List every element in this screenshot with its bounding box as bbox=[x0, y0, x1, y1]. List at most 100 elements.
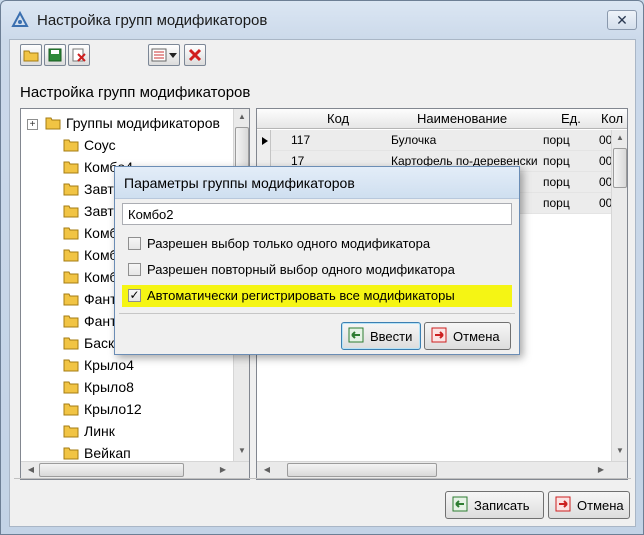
scroll-up-arrow[interactable]: ▲ bbox=[612, 130, 627, 146]
cancel-button[interactable]: Отмена bbox=[548, 491, 630, 519]
main-window: Настройка групп модификаторов ✕ Настройк… bbox=[0, 0, 644, 535]
window-title: Настройка групп модификаторов bbox=[37, 12, 268, 29]
folder-icon bbox=[63, 161, 79, 174]
window-close-button[interactable]: ✕ bbox=[607, 10, 637, 30]
horizontal-scroll-thumb[interactable] bbox=[39, 463, 184, 477]
save-button[interactable]: Записать bbox=[445, 491, 544, 519]
folder-icon bbox=[63, 403, 79, 416]
tree-item-label: Крыло8 bbox=[84, 379, 134, 395]
scroll-left-arrow[interactable]: ◀ bbox=[259, 462, 275, 478]
dialog-title: Параметры группы модификаторов bbox=[124, 175, 355, 191]
folder-icon bbox=[63, 447, 79, 460]
scroll-down-arrow[interactable]: ▼ bbox=[234, 443, 249, 459]
delete-document-icon bbox=[72, 48, 86, 62]
checkbox[interactable] bbox=[128, 237, 141, 250]
list-icon bbox=[151, 48, 167, 62]
scroll-down-arrow[interactable]: ▼ bbox=[612, 443, 627, 459]
delete-record-button[interactable] bbox=[68, 44, 90, 66]
scroll-right-arrow[interactable]: ▶ bbox=[215, 462, 231, 478]
title-bar[interactable]: Настройка групп модификаторов ✕ bbox=[1, 1, 643, 39]
folder-icon bbox=[63, 139, 79, 152]
cell-unit: порц bbox=[543, 196, 570, 210]
folder-icon bbox=[63, 315, 79, 328]
current-row-arrow-icon bbox=[262, 137, 268, 145]
dialog-cancel-button[interactable]: Отмена bbox=[424, 322, 511, 350]
folder-icon bbox=[63, 381, 79, 394]
cell-unit: порц bbox=[543, 133, 570, 147]
table-row[interactable]: 117 Булочка порц 00 bbox=[271, 130, 627, 151]
app-logo-icon bbox=[11, 10, 29, 29]
folder-icon bbox=[63, 337, 79, 350]
group-name-input[interactable] bbox=[122, 203, 512, 225]
column-header-unit[interactable]: Ед. bbox=[561, 111, 581, 126]
tree-item[interactable]: Крыло12 bbox=[63, 401, 142, 423]
folder-icon bbox=[63, 359, 79, 372]
grid-vertical-scrollbar[interactable]: ▲ ▼ bbox=[611, 130, 627, 461]
horizontal-scroll-thumb[interactable] bbox=[287, 463, 437, 477]
scroll-up-arrow[interactable]: ▲ bbox=[234, 109, 249, 125]
dialog-title-bar[interactable]: Параметры группы модификаторов bbox=[115, 167, 519, 199]
red-arrow-icon bbox=[431, 327, 447, 346]
option-label: Разрешен выбор только одного модификатор… bbox=[147, 236, 431, 251]
row-indicator[interactable] bbox=[257, 130, 271, 151]
tree-horizontal-scrollbar[interactable]: ◀ ▶ bbox=[21, 461, 249, 479]
grid-header: Код Наименование Ед. Кол bbox=[257, 109, 627, 129]
dialog-cancel-label: Отмена bbox=[453, 328, 500, 344]
dialog-ok-button[interactable]: Ввести bbox=[341, 322, 421, 350]
save-toolbar-button[interactable] bbox=[44, 44, 66, 66]
option-label: Разрешен повторный выбор одного модифика… bbox=[147, 262, 455, 277]
cell-name: Булочка bbox=[391, 133, 437, 147]
column-header-code[interactable]: Код bbox=[327, 111, 349, 126]
option-label: Автоматически регистрировать все модифик… bbox=[147, 288, 455, 303]
folder-icon bbox=[63, 249, 79, 262]
save-icon bbox=[48, 48, 62, 62]
folder-icon bbox=[45, 117, 61, 130]
tree-item[interactable]: Соус bbox=[63, 137, 116, 159]
red-x-icon bbox=[188, 48, 202, 62]
group-params-dialog: Параметры группы модификаторов Разрешен … bbox=[114, 166, 520, 355]
tree-item[interactable]: Крыло4 bbox=[63, 357, 134, 379]
chevron-down-icon bbox=[169, 53, 177, 58]
dialog-divider bbox=[119, 313, 515, 314]
tree-item-label: Вейкап bbox=[84, 445, 131, 461]
tree-item-label: Соус bbox=[84, 137, 116, 153]
save-button-label: Записать bbox=[474, 497, 530, 513]
scroll-thumb[interactable] bbox=[613, 148, 627, 188]
green-arrow-icon bbox=[348, 327, 364, 346]
grid-horizontal-scrollbar[interactable]: ◀ ▶ bbox=[257, 461, 627, 479]
cell-code: 117 bbox=[291, 133, 311, 147]
scroll-left-arrow[interactable]: ◀ bbox=[23, 462, 39, 478]
checkbox[interactable] bbox=[128, 263, 141, 276]
tree-item[interactable]: Крыло8 bbox=[63, 379, 134, 401]
option-repeat-choice[interactable]: Разрешен повторный выбор одного модифика… bbox=[122, 259, 512, 281]
tree-item-label: Крыло12 bbox=[84, 401, 142, 417]
tree-item[interactable]: Линк bbox=[63, 423, 115, 445]
tree-root-label: Группы модификаторов bbox=[66, 115, 220, 131]
dialog-ok-label: Ввести bbox=[370, 328, 413, 344]
folder-open-icon bbox=[23, 50, 39, 62]
option-single-choice[interactable]: Разрешен выбор только одного модификатор… bbox=[122, 233, 512, 255]
cell-unit: порц bbox=[543, 154, 570, 168]
list-options-dropdown[interactable] bbox=[148, 44, 180, 66]
folder-icon bbox=[63, 293, 79, 306]
close-toolbar-button[interactable] bbox=[184, 44, 206, 66]
cancel-button-label: Отмена bbox=[577, 497, 624, 513]
folder-icon bbox=[63, 205, 79, 218]
cell-unit: порц bbox=[543, 175, 570, 189]
folder-icon bbox=[63, 425, 79, 438]
column-header-qty[interactable]: Кол bbox=[601, 111, 623, 126]
footer-divider bbox=[14, 478, 631, 479]
green-arrow-icon bbox=[452, 496, 468, 515]
section-title: Настройка групп модификаторов bbox=[20, 84, 251, 101]
folder-icon bbox=[63, 271, 79, 284]
tree-item-label: Крыло4 bbox=[84, 357, 134, 373]
scroll-right-arrow[interactable]: ▶ bbox=[593, 462, 609, 478]
checkbox-checked[interactable]: ✓ bbox=[128, 289, 141, 302]
open-folder-button[interactable] bbox=[20, 44, 42, 66]
folder-icon bbox=[63, 183, 79, 196]
option-auto-register[interactable]: ✓ Автоматически регистрировать все модиф… bbox=[122, 285, 512, 307]
red-arrow-icon bbox=[555, 496, 571, 515]
column-header-name[interactable]: Наименование bbox=[417, 111, 507, 126]
tree-expander[interactable]: + bbox=[27, 119, 38, 130]
folder-icon bbox=[63, 227, 79, 240]
